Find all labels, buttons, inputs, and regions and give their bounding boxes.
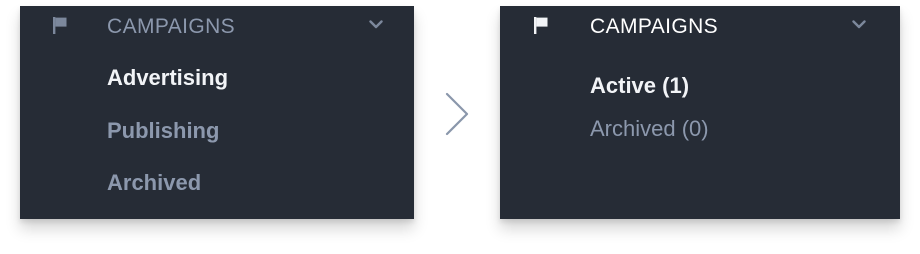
sidebar-panel-after: CAMPAIGNS Active (1) Archived (0) (500, 6, 900, 219)
campaigns-section-title: CAMPAIGNS (590, 15, 719, 38)
chevron-down-icon[interactable] (369, 20, 383, 29)
menu-item-active[interactable]: Active (1) (590, 73, 689, 99)
menu-item-advertising[interactable]: Advertising (107, 65, 228, 91)
campaigns-section-header[interactable]: CAMPAIGNS (500, 6, 900, 48)
sidebar-panel-before: CAMPAIGNS Advertising Publishing Archive… (20, 6, 414, 219)
menu-item-archived[interactable]: Archived (107, 170, 201, 196)
campaigns-section-header[interactable]: CAMPAIGNS (20, 6, 414, 48)
chevron-down-icon[interactable] (852, 20, 866, 29)
menu-item-publishing[interactable]: Publishing (107, 118, 219, 144)
flag-icon (534, 17, 548, 34)
chevron-right-icon (445, 92, 469, 136)
flag-icon (53, 17, 67, 34)
menu-item-archived[interactable]: Archived (0) (590, 116, 709, 142)
campaigns-section-title: CAMPAIGNS (107, 15, 236, 38)
